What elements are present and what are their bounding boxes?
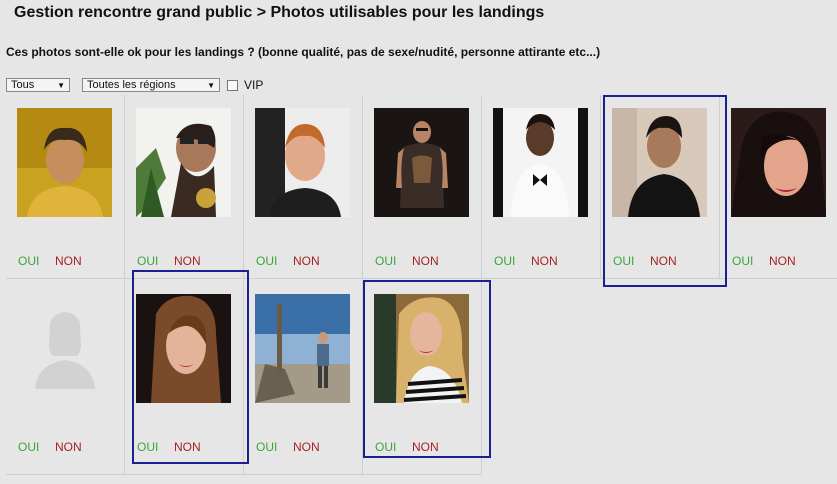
type-select-value: Tous [11,79,35,91]
approve-button[interactable]: OUI [494,254,515,268]
filter-bar: Tous ▼ Toutes les régions ▼ VIP [6,77,263,93]
portrait-image [136,108,231,217]
region-select[interactable]: Toutes les régions ▼ [82,78,220,92]
user-photo[interactable] [17,108,112,217]
reject-button[interactable]: NON [531,254,558,268]
photo-card: OUI NON [6,281,125,475]
region-select-value: Toutes les régions [87,79,176,91]
portrait-image [374,108,469,217]
photo-card: OUI NON [720,95,837,279]
chevron-down-icon: ▼ [57,80,65,90]
user-photo[interactable] [17,294,112,403]
reject-button[interactable]: NON [293,254,320,268]
reject-button[interactable]: NON [412,254,439,268]
chevron-down-icon: ▼ [207,80,215,90]
highlight-frame [603,95,727,287]
vip-label: VIP [244,78,264,92]
user-photo[interactable] [374,108,469,217]
reject-button[interactable]: NON [55,254,82,268]
photo-card: OUI NON [482,95,601,279]
portrait-image [17,108,112,217]
highlight-frame [363,280,491,458]
approve-button[interactable]: OUI [256,254,277,268]
user-photo[interactable] [493,108,588,217]
default-avatar-icon [17,294,112,403]
portrait-image [731,108,826,217]
user-photo[interactable] [255,108,350,217]
reject-button[interactable]: NON [769,254,796,268]
approve-button[interactable]: OUI [137,254,158,268]
photo-card: OUI NON [244,281,363,475]
approve-button[interactable]: OUI [732,254,753,268]
reject-button[interactable]: NON [55,440,82,454]
photo-card: OUI NON [244,95,363,279]
approve-button[interactable]: OUI [375,254,396,268]
user-photo[interactable] [255,294,350,403]
portrait-image [493,108,588,217]
vip-checkbox[interactable] [227,79,238,91]
photo-card: OUI NON [363,95,482,279]
page-title: Gestion rencontre grand public > Photos … [14,4,545,21]
approve-button[interactable]: OUI [18,440,39,454]
photo-card: OUI NON [6,95,125,279]
approve-button[interactable]: OUI [18,254,39,268]
portrait-image [255,294,350,403]
approve-button[interactable]: OUI [256,440,277,454]
user-photo[interactable] [136,108,231,217]
reject-button[interactable]: NON [174,254,201,268]
highlight-frame [132,270,249,464]
reject-button[interactable]: NON [293,440,320,454]
portrait-image [255,108,350,217]
user-photo[interactable] [731,108,826,217]
type-select[interactable]: Tous ▼ [6,78,70,92]
review-question: Ces photos sont-elle ok pour les landing… [6,45,601,59]
photo-card: OUI NON [125,95,244,279]
